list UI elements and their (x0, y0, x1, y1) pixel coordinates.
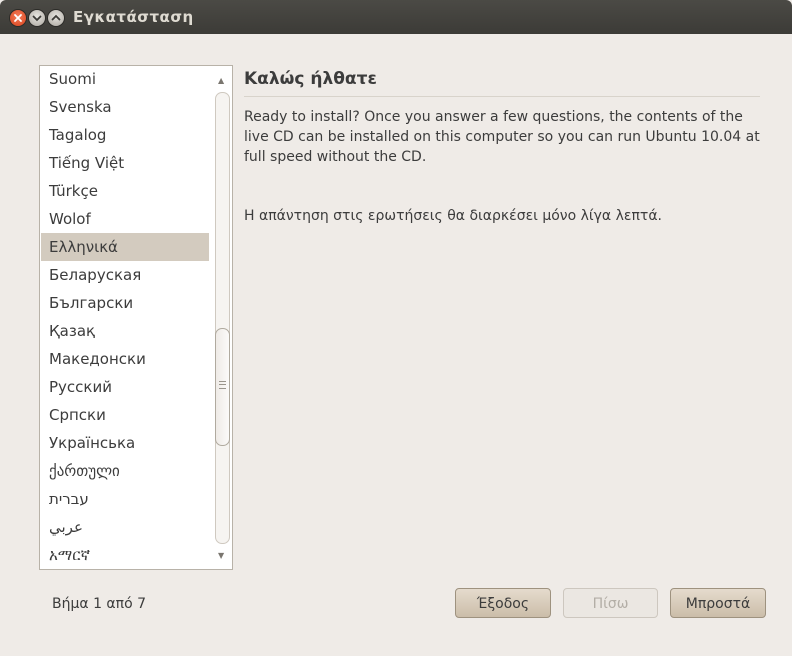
title-bar[interactable]: Εγκατάσταση (0, 0, 792, 34)
language-item[interactable]: Українська (41, 429, 209, 457)
maximize-icon[interactable] (48, 10, 64, 26)
language-item[interactable]: Tiếng Việt (41, 149, 209, 177)
language-list[interactable]: Suomi Svenska Tagalog Tiếng Việt Türkçe Wolof… (39, 65, 233, 570)
language-item[interactable]: Беларуская (41, 261, 209, 289)
exit-button[interactable]: Έξοδος (455, 588, 551, 618)
close-icon[interactable] (10, 10, 26, 26)
scroll-thumb[interactable] (215, 328, 230, 446)
language-item[interactable]: Suomi (41, 66, 209, 93)
duration-note: Η απάντηση στις ερωτήσεις θα διαρκέσει μ… (244, 208, 663, 224)
language-item[interactable]: አማርኛ (41, 541, 209, 569)
language-items: Suomi Svenska Tagalog Tiếng Việt Türkçe Wolof… (41, 66, 209, 569)
language-item[interactable]: Svenska (41, 93, 209, 121)
language-item[interactable]: ქართული (41, 457, 209, 485)
minimize-icon[interactable] (29, 10, 45, 26)
language-item[interactable]: Wolof (41, 205, 209, 233)
language-item[interactable]: Türkçe (41, 177, 209, 205)
scroll-up-arrow-icon[interactable]: ▲ (218, 76, 224, 85)
language-item[interactable]: Српски (41, 401, 209, 429)
installer-window: Εγκατάσταση Suomi Svenska Tagalog Tiếng Việ… (0, 0, 792, 656)
language-item[interactable]: Ελληνικά (41, 233, 209, 261)
back-button[interactable]: Πίσω (563, 588, 658, 618)
step-indicator: Βήμα 1 από 7 (52, 596, 147, 612)
scroll-down-arrow-icon[interactable]: ▼ (218, 551, 224, 560)
language-item[interactable]: Tagalog (41, 121, 209, 149)
language-item[interactable]: عربي (41, 513, 209, 541)
page-title: Καλώς ήλθατε (244, 69, 377, 89)
forward-button[interactable]: Μπροστά (670, 588, 766, 618)
language-item[interactable]: Қазақ (41, 317, 209, 345)
heading-divider (244, 96, 760, 97)
language-list-scrollbar[interactable]: ▲ ▼ (212, 66, 232, 569)
language-item[interactable]: Македонски (41, 345, 209, 373)
scroll-grip-icon (219, 381, 226, 389)
language-item[interactable]: Български (41, 289, 209, 317)
scroll-track[interactable] (215, 92, 230, 544)
language-item[interactable]: עברית (41, 485, 209, 513)
language-item[interactable]: Русский (41, 373, 209, 401)
window-title: Εγκατάσταση (73, 8, 194, 26)
intro-text: Ready to install? Once you answer a few … (244, 109, 760, 165)
